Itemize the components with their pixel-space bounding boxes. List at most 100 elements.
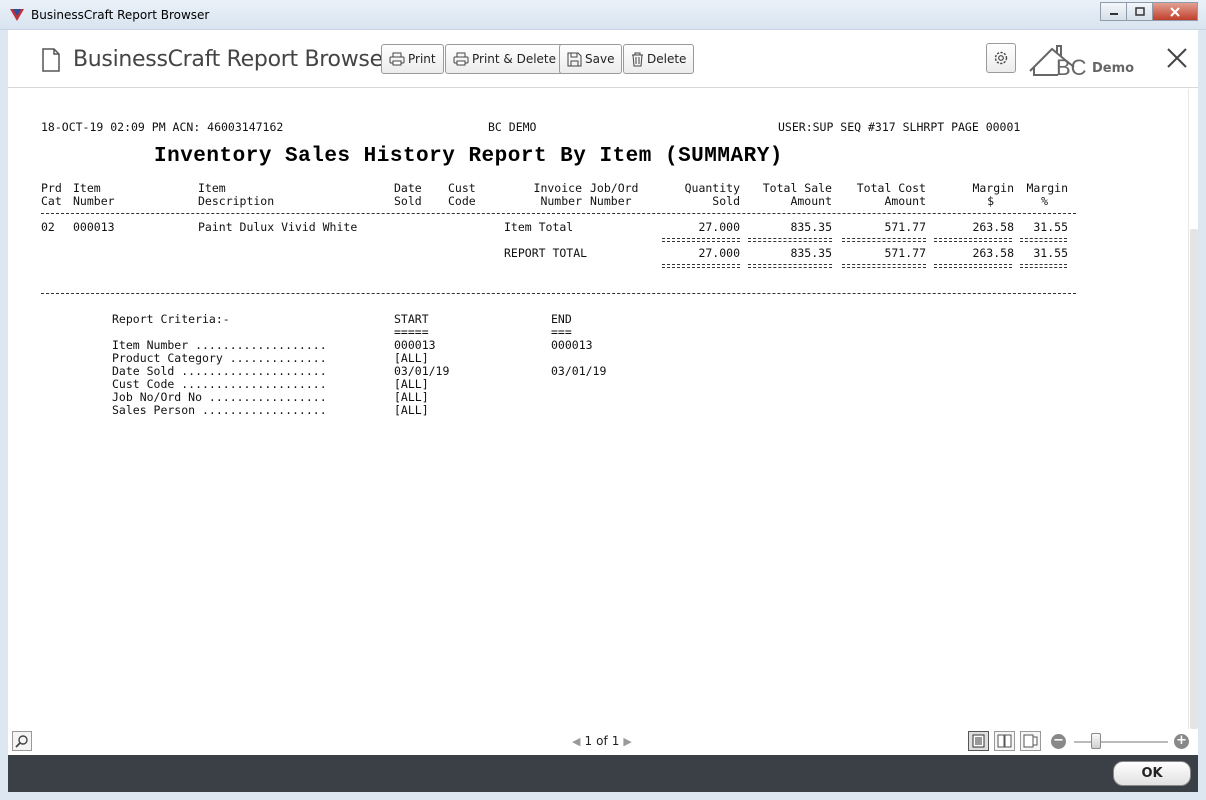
pct-underline (1020, 238, 1067, 242)
col-quantity-2: Sold (712, 194, 740, 208)
window-controls (1100, 2, 1198, 21)
save-label: Save (585, 52, 615, 66)
two-page-icon (997, 734, 1012, 748)
two-page-view-button[interactable] (994, 731, 1015, 751)
total-pct-underline (1020, 264, 1067, 268)
cost-underline (842, 238, 926, 242)
report-status-bar: ◀ 1 of 1 ▶ − + (8, 729, 1198, 755)
multi-page-icon (1023, 734, 1038, 748)
col-item-description-2: Description (198, 194, 275, 208)
col-invoice-2: Number (540, 194, 582, 208)
criteria-start: [ALL] (394, 403, 429, 417)
col-item-number-2: Number (73, 194, 115, 208)
delete-button[interactable]: Delete (623, 44, 695, 74)
col-prd-cat-2: Cat (41, 194, 62, 208)
row-item-number: 000013 (73, 220, 115, 234)
sale-underline (748, 238, 832, 242)
window-titlebar: BusinessCraft Report Browser (0, 0, 1206, 30)
multi-page-view-button[interactable] (1020, 731, 1041, 751)
row-margin-pct: 31.55 (1033, 220, 1068, 234)
header-divider (41, 213, 1076, 214)
print-delete-button[interactable]: Print & Delete (445, 44, 565, 74)
prev-page-icon[interactable]: ◀ (572, 735, 580, 748)
save-button[interactable]: Save (559, 44, 623, 74)
settings-button[interactable] (986, 43, 1016, 73)
criteria-end: 000013 (551, 338, 593, 352)
qty-underline (662, 238, 740, 242)
single-page-icon (972, 734, 985, 748)
row-cat: 02 (41, 220, 55, 234)
total-margin-dollar: 263.58 (972, 246, 1014, 260)
window-title: BusinessCraft Report Browser (31, 8, 210, 22)
report-header-right: USER:SUP SEQ #317 SLHRPT PAGE 00001 (778, 120, 1021, 134)
report-header-left: 18-OCT-19 02:09 PM ACN: 46003147162 (41, 120, 284, 134)
criteria-end: 03/01/19 (551, 364, 607, 378)
row-quantity: 27.000 (698, 220, 740, 234)
margin-underline (934, 238, 1012, 242)
total-cost: 571.77 (884, 246, 926, 260)
find-button[interactable] (12, 731, 32, 751)
app-logo-icon (10, 9, 24, 21)
vertical-scrollbar[interactable] (1188, 89, 1198, 729)
delete-label: Delete (647, 52, 687, 66)
magnifier-icon (15, 735, 28, 748)
scrollbar-thumb[interactable] (1190, 229, 1198, 729)
gear-icon (994, 51, 1008, 65)
total-pages: 1 (611, 734, 620, 748)
col-date-sold-2: Sold (394, 194, 422, 208)
page-of-label: of (596, 734, 608, 748)
logo-text: BC (1056, 55, 1087, 79)
single-page-view-button[interactable] (968, 731, 989, 751)
report-total-label: REPORT TOTAL (504, 246, 588, 260)
floppy-disk-icon (567, 52, 582, 66)
current-page: 1 (584, 734, 593, 748)
total-sale: 835.35 (790, 246, 832, 260)
zoom-slider-thumb[interactable] (1091, 733, 1101, 749)
maximize-button[interactable] (1126, 2, 1153, 21)
print-label: Print (408, 52, 436, 66)
ok-button[interactable]: OK (1113, 761, 1191, 786)
col-margin-dollar-1: Margin (972, 181, 1014, 195)
dialog-footer: OK (8, 755, 1198, 792)
row-margin-dollar: 263.58 (972, 220, 1014, 234)
zoom-out-button[interactable]: − (1051, 734, 1066, 749)
total-qty-underline (662, 264, 740, 268)
total-margin-underline (934, 264, 1012, 268)
document-icon (42, 48, 60, 72)
zoom-slider-track[interactable] (1074, 741, 1168, 743)
row-total-cost: 571.77 (884, 220, 926, 234)
total-cost-underline (842, 264, 926, 268)
maximize-icon (1134, 7, 1145, 16)
zoom-in-button[interactable]: + (1174, 734, 1189, 749)
col-total-sale-2: Amount (790, 194, 832, 208)
businesscraft-logo: BC (1029, 45, 1087, 79)
minimize-icon (1109, 12, 1118, 15)
next-page-icon[interactable]: ▶ (623, 735, 631, 748)
printer-icon (389, 52, 405, 66)
close-icon (1170, 6, 1180, 17)
section-divider (41, 293, 1076, 294)
row-item-description: Paint Dulux Vivid White (198, 220, 358, 234)
total-quantity: 27.000 (698, 246, 740, 260)
criteria-label: Sales Person .................. (112, 403, 327, 417)
close-browser-icon[interactable] (1165, 46, 1189, 70)
trash-icon (632, 52, 643, 66)
report-title: Inventory Sales History Report By Item (… (154, 145, 783, 168)
report-header-center: BC DEMO (488, 120, 537, 134)
total-margin-pct: 31.55 (1033, 246, 1068, 260)
col-job-ord-2: Number (590, 194, 632, 208)
logo-demo-label: Demo (1092, 61, 1135, 76)
print-delete-label: Print & Delete (472, 52, 557, 66)
criteria-heading: Report Criteria:- (112, 312, 230, 326)
row-total-label: Item Total (504, 220, 574, 234)
row-total-sale: 835.35 (790, 220, 832, 234)
print-button[interactable]: Print (381, 44, 444, 74)
col-cust-code-2: Code (448, 194, 476, 208)
printer-icon (453, 52, 469, 66)
window-close-button[interactable] (1152, 2, 1198, 21)
report-page: 18-OCT-19 02:09 PM ACN: 46003147162 BC D… (8, 89, 1198, 729)
page-navigator: ◀ 1 of 1 ▶ (568, 734, 636, 748)
col-margin-dollar-2: $ (987, 194, 994, 208)
minimize-button[interactable] (1100, 2, 1127, 21)
total-sale-underline (748, 264, 832, 268)
